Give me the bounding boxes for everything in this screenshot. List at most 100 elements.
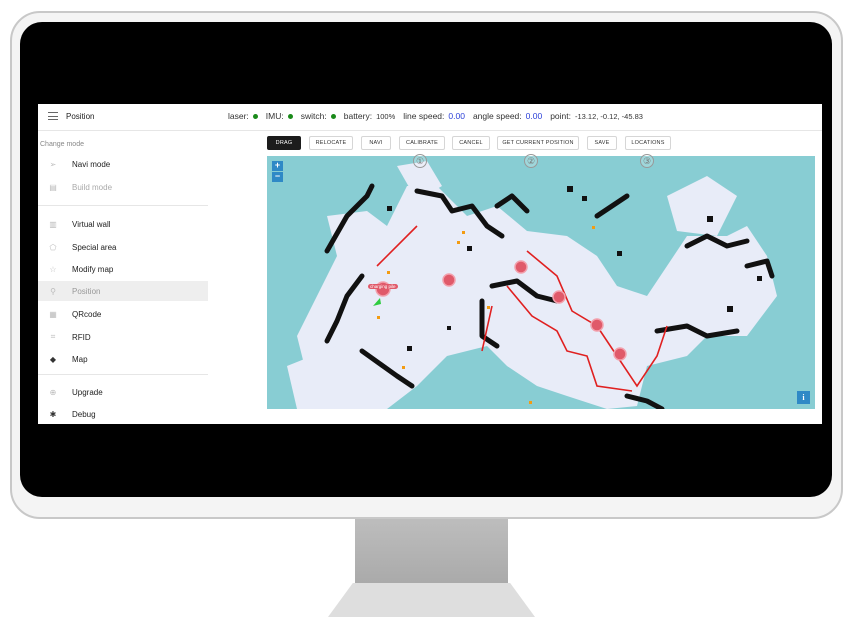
switch-label: switch: <box>300 111 327 121</box>
marker-point <box>462 231 465 234</box>
location-icon: ⚲ <box>50 286 56 296</box>
sidebar-item-label: QRcode <box>72 309 102 319</box>
point-value: -13.12, -0.12, -45.83 <box>574 111 643 121</box>
sidebar-item-label: RFID <box>72 332 91 342</box>
battery-label: battery: <box>343 111 373 121</box>
obstacle <box>407 346 412 351</box>
laser-label: laser: <box>228 111 249 121</box>
marker-point <box>529 401 532 404</box>
map-canvas[interactable]: charging pile + − i <box>267 156 815 409</box>
annotation-marker: ① <box>413 154 427 168</box>
map-drawing <box>287 161 777 409</box>
sidebar-item-modify-map[interactable]: ☆ Modify map <box>38 259 208 279</box>
pentagon-icon: ⬠ <box>49 242 57 252</box>
sidebar-item-label: Map <box>72 354 88 364</box>
battery-value: 100% <box>376 111 396 121</box>
sidebar-item-label: Navi mode <box>72 159 111 169</box>
obstacle <box>617 251 622 256</box>
switch-status-dot <box>330 113 336 119</box>
sidebar-item-qrcode[interactable]: ▦ QRcode <box>38 304 208 324</box>
imu-status-dot <box>287 113 293 119</box>
marker-point <box>402 366 405 369</box>
get-current-position-button[interactable]: GET CURRENT POSITION <box>497 136 579 150</box>
rfid-icon: ⌗ <box>50 332 56 341</box>
obstacle <box>467 246 472 251</box>
map-build-icon: ▤ <box>49 182 57 192</box>
obstacle <box>757 276 762 281</box>
sidebar-item-label: Position <box>72 286 101 296</box>
sidebar-item-debug[interactable]: ✱ Debug <box>38 404 208 424</box>
sidebar-item-label: Build mode <box>72 182 113 192</box>
sidebar-item-virtual-wall[interactable]: ▥ Virtual wall <box>38 214 208 234</box>
waypoint <box>514 260 528 274</box>
zoom-in-button[interactable]: + <box>272 161 283 171</box>
sidebar-item-label: Upgrade <box>72 387 103 397</box>
sidebar-item-navi-mode[interactable]: ➢ Navi mode <box>38 154 208 174</box>
wall-segment <box>494 193 530 214</box>
sidebar-item-map[interactable]: ◆ Map <box>38 349 208 369</box>
calibrate-button[interactable]: CALIBRATE <box>399 136 445 150</box>
page-title: Position <box>66 112 95 121</box>
zoom-out-button[interactable]: − <box>272 172 283 182</box>
sidebar-item-label: Special area <box>72 242 117 252</box>
upload-icon: ⊕ <box>49 387 57 397</box>
free-space-area <box>667 176 737 236</box>
obstacle <box>707 216 713 222</box>
annotation-marker: ③ <box>640 154 654 168</box>
point-label: point: <box>550 111 571 121</box>
annotation-marker: ② <box>524 154 538 168</box>
waypoint <box>613 347 627 361</box>
wall-segment <box>594 193 630 219</box>
obstacle <box>447 326 451 330</box>
line-speed-value: 0.00 <box>448 111 465 121</box>
wall-icon: ▥ <box>49 219 57 229</box>
sidebar-item-upgrade[interactable]: ⊕ Upgrade <box>38 382 208 402</box>
top-bar: Position laser: IMU: switch: battery: 10… <box>38 104 822 131</box>
save-button[interactable]: SAVE <box>587 136 617 150</box>
star-icon: ☆ <box>49 264 57 274</box>
sidebar-item-rfid[interactable]: ⌗ RFID <box>38 327 208 347</box>
obstacle <box>582 196 587 201</box>
menu-icon[interactable] <box>48 112 58 120</box>
sidebar-item-label: Modify map <box>72 264 114 274</box>
monitor-base <box>328 583 535 617</box>
waypoint <box>590 318 604 332</box>
waypoint <box>442 273 456 287</box>
cancel-button[interactable]: CANCEL <box>452 136 490 150</box>
charging-pile-label: charging pile <box>368 284 398 289</box>
relocate-button[interactable]: RELOCATE <box>309 136 353 150</box>
obstacle <box>727 306 733 312</box>
laser-status-dot <box>252 113 258 119</box>
sidebar-header: Change mode <box>40 141 84 148</box>
sidebar-item-position[interactable]: ⚲ Position <box>38 281 208 301</box>
send-icon: ➢ <box>49 159 57 169</box>
qrcode-icon: ▦ <box>49 309 57 319</box>
imu-label: IMU: <box>265 111 284 121</box>
marker-point <box>387 271 390 274</box>
locations-button[interactable]: LOCATIONS <box>625 136 671 150</box>
obstacle <box>387 206 392 211</box>
marker-point <box>592 226 595 229</box>
bug-icon: ✱ <box>49 409 57 419</box>
sidebar-item-label: Virtual wall <box>72 219 111 229</box>
marker-point <box>377 316 380 319</box>
sidebar: Change mode ➢ Navi mode ▤ Build mode ▥ V… <box>38 131 208 424</box>
sidebar-item-label: Debug <box>72 409 96 419</box>
status-row: laser: IMU: switch: battery: 100% line s… <box>228 111 651 121</box>
layers-icon: ◆ <box>49 354 57 364</box>
app-screen: Position laser: IMU: switch: battery: 10… <box>38 104 822 424</box>
drag-button[interactable]: DRAG <box>267 136 301 150</box>
line-speed-label: line speed: <box>403 111 445 121</box>
sidebar-item-special-area[interactable]: ⬠ Special area <box>38 237 208 257</box>
sidebar-item-build-mode[interactable]: ▤ Build mode <box>38 177 208 197</box>
angle-speed-value: 0.00 <box>525 111 543 121</box>
monitor-neck <box>355 519 508 583</box>
waypoint <box>552 290 566 304</box>
marker-point <box>457 241 460 244</box>
sidebar-divider <box>38 205 208 206</box>
angle-speed-label: angle speed: <box>472 111 522 121</box>
navi-button[interactable]: NAVI <box>361 136 391 150</box>
marker-point <box>487 306 490 309</box>
info-button[interactable]: i <box>797 391 810 404</box>
obstacle <box>567 186 573 192</box>
